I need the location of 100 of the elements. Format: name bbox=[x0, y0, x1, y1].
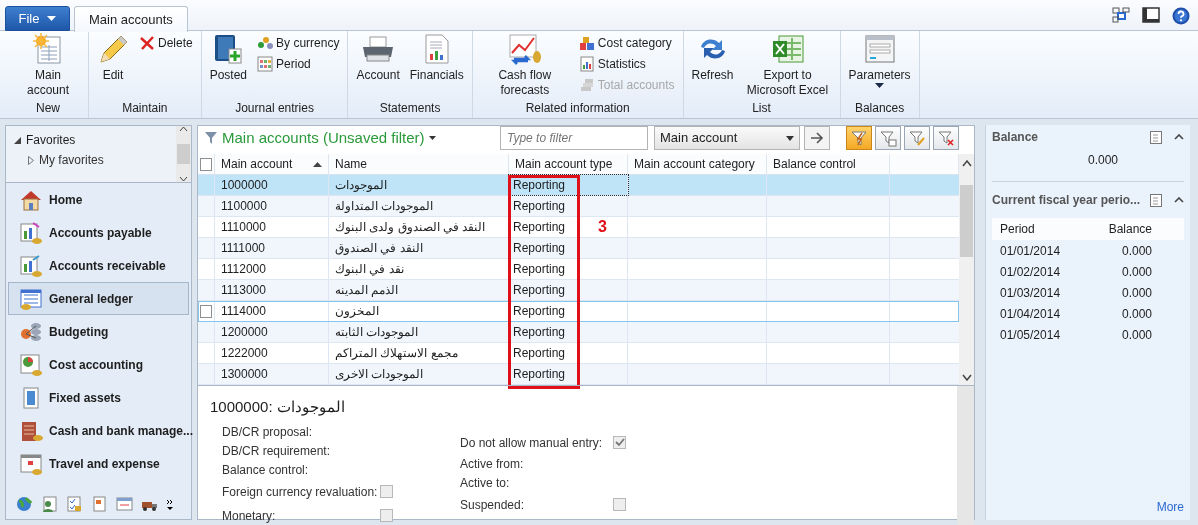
filter-button[interactable] bbox=[904, 126, 930, 150]
scroll-down-icon[interactable] bbox=[179, 176, 188, 182]
stack-icon bbox=[578, 77, 595, 93]
ribbon-button[interactable]: Refresh bbox=[689, 33, 736, 101]
document-icon bbox=[91, 496, 108, 513]
ribbon-button[interactable]: Account bbox=[354, 33, 402, 101]
filter-button[interactable] bbox=[933, 126, 959, 150]
table-cell: Reporting bbox=[509, 175, 628, 195]
field-dropdown[interactable]: Main account bbox=[654, 126, 800, 150]
ribbon-button[interactable]: Statistics bbox=[576, 54, 677, 74]
table-cell-text: 01/03/2014 bbox=[999, 284, 1062, 302]
checkbox[interactable] bbox=[380, 509, 393, 522]
table-cell: Reporting bbox=[509, 280, 628, 300]
table-cell: 1110000 bbox=[215, 217, 329, 237]
caret-icon bbox=[47, 16, 57, 21]
table-cell-text: 01/04/2014 bbox=[999, 305, 1062, 323]
field-label: Foreign currency revaluation: bbox=[222, 483, 379, 501]
ribbon-button[interactable]: Parameters bbox=[846, 33, 913, 101]
report-icon bbox=[422, 33, 451, 65]
ribbon-button[interactable]: Cost category bbox=[576, 33, 677, 53]
blocks-icon bbox=[578, 35, 595, 51]
column-header: Balance bbox=[1107, 221, 1152, 238]
checkbox[interactable] bbox=[380, 485, 393, 498]
table-cell-text: الموجودات bbox=[335, 177, 387, 194]
tree-item[interactable]: Favorites bbox=[14, 130, 176, 150]
scroll-up-icon[interactable] bbox=[961, 160, 972, 167]
filter-button[interactable] bbox=[875, 126, 901, 150]
more-link[interactable]: More bbox=[1156, 498, 1184, 516]
ribbon-button[interactable]: Cash flow forecasts bbox=[478, 33, 571, 101]
scroll-down-icon[interactable] bbox=[961, 374, 972, 381]
ribbon-button[interactable]: Period bbox=[255, 54, 342, 74]
grid-title: Main accounts (Unsaved filter) bbox=[222, 127, 425, 148]
module-link[interactable]: Home bbox=[8, 183, 189, 216]
caret-icon bbox=[875, 83, 885, 88]
filter-field[interactable]: Type to filter bbox=[500, 126, 648, 150]
table-cell-text: الموجودات المتداولة bbox=[335, 198, 434, 215]
ribbon-button[interactable]: Financials bbox=[407, 33, 466, 101]
row-checkbox[interactable] bbox=[200, 304, 212, 318]
panel-title: Current fiscal year perio... bbox=[992, 192, 1142, 209]
select-all-checkbox[interactable] bbox=[200, 157, 212, 171]
table-cell: 1200000 bbox=[215, 322, 329, 342]
ribbon-button[interactable]: By currency bbox=[255, 33, 342, 53]
ribbon-button[interactable]: Delete bbox=[137, 33, 195, 53]
calendar-icon bbox=[257, 56, 274, 72]
column-header[interactable]: Balance control bbox=[767, 154, 890, 174]
checkbox[interactable] bbox=[613, 498, 626, 511]
module-link[interactable]: Cost accounting bbox=[8, 348, 189, 381]
table-cell-text: 0.000 bbox=[1120, 263, 1152, 281]
panel-options-icon bbox=[1150, 193, 1162, 207]
go-button[interactable] bbox=[804, 126, 830, 150]
chart-icon bbox=[507, 33, 542, 65]
pie-coins-icon bbox=[19, 352, 43, 377]
table-cell-text: الذمم المدينه bbox=[335, 282, 399, 299]
column-header[interactable]: Name bbox=[329, 154, 509, 174]
ribbon-tab[interactable]: Main accounts bbox=[74, 6, 188, 32]
sort-ascending-icon bbox=[313, 161, 322, 167]
table-cell-text: 01/02/2014 bbox=[999, 263, 1062, 281]
group-label: List bbox=[751, 101, 772, 116]
ribbon-button[interactable]: Posted bbox=[207, 33, 250, 101]
column-header[interactable]: Main account category bbox=[628, 154, 767, 174]
pencil-icon bbox=[97, 33, 129, 65]
file-menu-button[interactable]: File bbox=[5, 6, 70, 31]
table-cell-text: 01/05/2014 bbox=[999, 326, 1062, 344]
table-cell: Reporting bbox=[509, 364, 628, 384]
checkbox[interactable] bbox=[613, 436, 626, 449]
chart-coins-icon bbox=[19, 253, 43, 278]
ribbon-button[interactable]: Main account bbox=[14, 33, 82, 101]
chevron-up-icon bbox=[1174, 197, 1184, 203]
table-cell-text: النقد في الصندوق bbox=[335, 240, 423, 257]
printer-icon bbox=[361, 33, 396, 65]
column-header[interactable]: Main account type bbox=[509, 154, 628, 174]
chart-coins-icon bbox=[19, 220, 43, 245]
module-link[interactable]: Budgeting bbox=[8, 315, 189, 348]
layout-icon bbox=[1112, 7, 1130, 23]
table-cell: Reporting bbox=[509, 259, 628, 279]
table-cell-text: نقد في البنوك bbox=[335, 261, 404, 278]
table-cell: Reporting bbox=[509, 343, 628, 363]
scroll-thumb[interactable] bbox=[960, 184, 973, 257]
table-cell: 1222000 bbox=[215, 343, 329, 363]
column-header[interactable]: Main account bbox=[215, 154, 329, 174]
filter-button[interactable] bbox=[846, 126, 872, 150]
module-link[interactable]: Fixed assets bbox=[8, 381, 189, 414]
tree-item[interactable]: My favorites bbox=[14, 150, 176, 170]
scroll-up-icon[interactable] bbox=[179, 126, 188, 132]
scroll-thumb[interactable] bbox=[177, 144, 190, 164]
module-link[interactable]: Travel and expense bbox=[8, 447, 189, 480]
module-link[interactable]: General ledger bbox=[8, 282, 189, 315]
table-cell-text: المخزون bbox=[335, 303, 379, 320]
module-link[interactable]: Accounts payable bbox=[8, 216, 189, 249]
spreadsheet-icon bbox=[770, 33, 805, 65]
book-icon bbox=[212, 33, 245, 65]
table-cell: Reporting bbox=[509, 301, 628, 321]
filter-icon bbox=[204, 131, 218, 145]
window-icon bbox=[116, 496, 133, 513]
help-icon bbox=[1172, 7, 1190, 25]
table-cell-text: النقد في الصندوق ولدى البنوك bbox=[335, 219, 486, 236]
ribbon-button[interactable]: Export to Microsoft Excel bbox=[741, 33, 834, 101]
field-label: Active from: bbox=[460, 456, 525, 473]
ribbon-button[interactable]: Edit bbox=[95, 33, 131, 101]
module-link[interactable]: Accounts receivable bbox=[8, 249, 189, 282]
